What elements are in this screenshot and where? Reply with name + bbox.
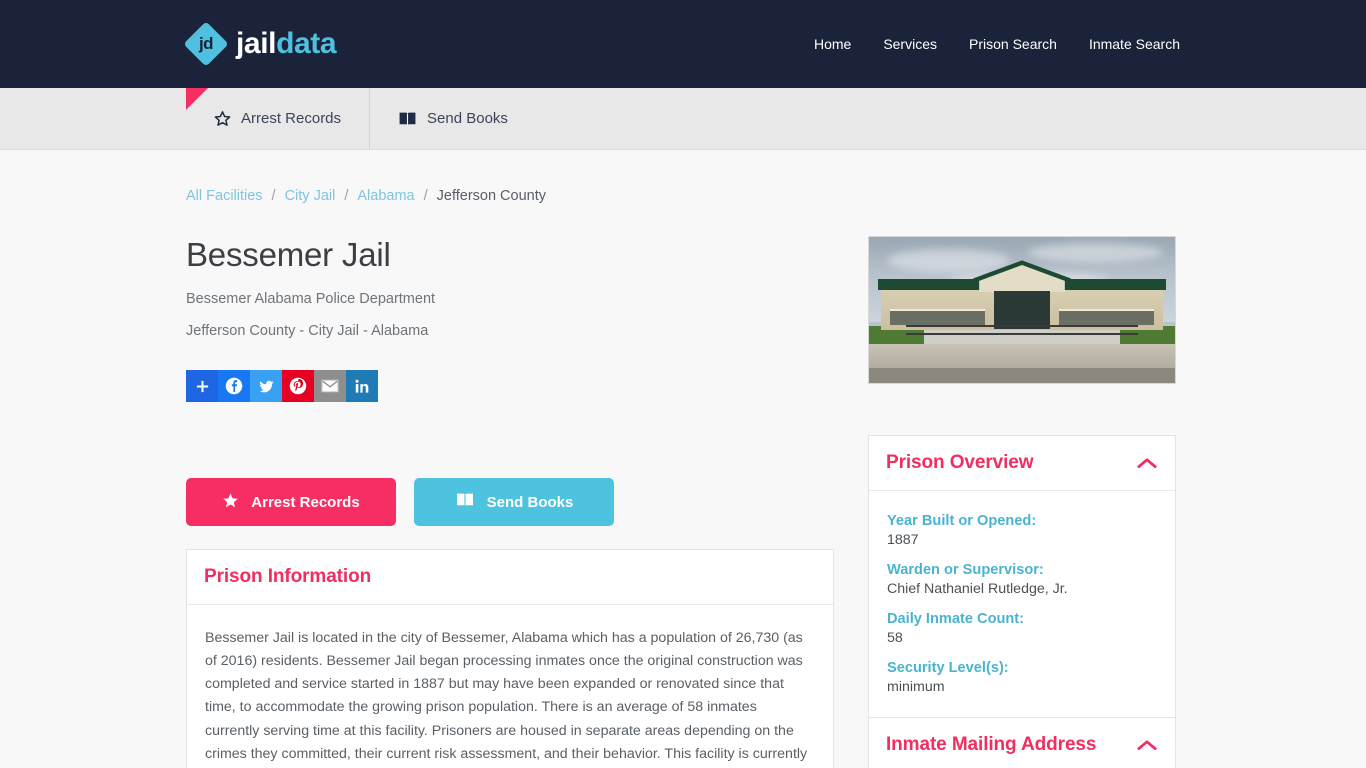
send-books-button[interactable]: Send Books <box>414 478 614 526</box>
overview-value: 1887 <box>887 532 919 548</box>
page-title: Bessemer Jail <box>186 236 391 273</box>
breadcrumb-current: Jefferson County <box>436 188 546 204</box>
breadcrumb: All Facilities / City Jail / Alabama / J… <box>186 150 1180 204</box>
jaildata-diamond-icon: jd <box>183 21 229 67</box>
inmate-mailing-address-panel: Inmate Mailing Address <box>868 718 1176 768</box>
prison-information-text: Bessemer Jail is located in the city of … <box>205 630 808 762</box>
facebook-share-button[interactable] <box>218 370 250 402</box>
prison-overview-body: Year Built or Opened: 1887 Warden or Sup… <box>869 491 1175 717</box>
star-icon <box>222 492 239 513</box>
overview-value: Chief Nathaniel Rutledge, Jr. <box>887 581 1068 597</box>
prison-information-panel: Prison Information Bessemer Jail is loca… <box>186 549 834 768</box>
breadcrumb-separator: / <box>271 188 276 204</box>
breadcrumb-all-facilities[interactable]: All Facilities <box>186 188 263 204</box>
nav-inmate-search[interactable]: Inmate Search <box>1089 36 1180 52</box>
prison-information-body: Bessemer Jail is located in the city of … <box>187 605 833 768</box>
overview-value: 58 <box>887 630 903 646</box>
secondary-tab-bar: Arrest Records Send Books <box>0 88 1366 150</box>
facility-photo <box>868 236 1176 384</box>
overview-label: Security Level(s): <box>887 660 1009 676</box>
overview-value: minimum <box>887 679 945 695</box>
tab-arrest-records-label: Arrest Records <box>241 110 342 127</box>
tab-send-books[interactable]: Send Books <box>369 88 536 149</box>
arrest-records-button-label: Arrest Records <box>251 493 360 511</box>
star-icon <box>214 110 231 127</box>
prison-information-title: Prison Information <box>204 566 372 587</box>
linkedin-share-button[interactable] <box>346 370 378 402</box>
cta-button-row: Arrest Records Send Books <box>186 478 834 526</box>
breadcrumb-alabama[interactable]: Alabama <box>357 188 414 204</box>
nav-prison-search[interactable]: Prison Search <box>969 36 1057 52</box>
pinterest-share-button[interactable] <box>282 370 314 402</box>
arrest-records-button[interactable]: Arrest Records <box>186 478 396 526</box>
social-share-bar <box>186 370 834 402</box>
overview-label: Warden or Supervisor: <box>887 562 1044 578</box>
inmate-mailing-address-header[interactable]: Inmate Mailing Address <box>869 718 1175 768</box>
overview-field-year-built: Year Built or Opened: 1887 <box>887 513 1157 548</box>
inmate-mailing-address-title: Inmate Mailing Address <box>886 734 1097 755</box>
page-content: All Facilities / City Jail / Alabama / J… <box>0 150 1366 768</box>
site-header: jd jaildata Home Services Prison Search … <box>0 0 1366 88</box>
send-books-button-label: Send Books <box>486 493 574 511</box>
breadcrumb-separator: / <box>344 188 349 204</box>
share-button[interactable] <box>186 370 218 402</box>
overview-label: Year Built or Opened: <box>887 513 1037 529</box>
sidebar-column: Prison Overview Year Built or Opened: 18… <box>868 236 1176 768</box>
book-icon <box>455 492 475 512</box>
prison-overview-header[interactable]: Prison Overview <box>869 436 1175 491</box>
logo-monogram: jd <box>198 34 214 53</box>
tab-send-books-label: Send Books <box>427 110 508 127</box>
facility-location-line: Jefferson County - City Jail - Alabama <box>186 323 429 339</box>
facility-agency: Bessemer Alabama Police Department <box>186 291 436 307</box>
twitter-share-button[interactable] <box>250 370 282 402</box>
logo-wordmark: jaildata <box>236 27 337 60</box>
tab-arrest-records[interactable]: Arrest Records <box>186 88 369 149</box>
overview-field-warden: Warden or Supervisor: Chief Nathaniel Ru… <box>887 562 1157 597</box>
nav-services[interactable]: Services <box>883 36 937 52</box>
chevron-up-icon[interactable] <box>1136 738 1158 752</box>
chevron-up-icon[interactable] <box>1136 456 1158 470</box>
content-columns: Bessemer Jail Bessemer Alabama Police De… <box>186 204 1180 768</box>
prison-information-header: Prison Information <box>187 550 833 605</box>
breadcrumb-city-jail[interactable]: City Jail <box>285 188 336 204</box>
prison-overview-title: Prison Overview <box>886 452 1034 473</box>
site-logo[interactable]: jd jaildata <box>183 21 337 67</box>
logo-word-jail: jail <box>236 27 277 60</box>
prison-overview-panel: Prison Overview Year Built or Opened: 18… <box>868 435 1176 718</box>
book-icon <box>398 111 417 127</box>
main-navigation: Home Services Prison Search Inmate Searc… <box>814 36 1180 52</box>
overview-field-daily-inmate-count: Daily Inmate Count: 58 <box>887 611 1157 646</box>
email-share-button[interactable] <box>314 370 346 402</box>
main-column: Bessemer Jail Bessemer Alabama Police De… <box>186 236 834 768</box>
breadcrumb-separator: / <box>423 188 428 204</box>
nav-home[interactable]: Home <box>814 36 851 52</box>
overview-field-security-level: Security Level(s): minimum <box>887 660 1157 695</box>
logo-word-data: data <box>276 27 337 60</box>
overview-label: Daily Inmate Count: <box>887 611 1025 627</box>
